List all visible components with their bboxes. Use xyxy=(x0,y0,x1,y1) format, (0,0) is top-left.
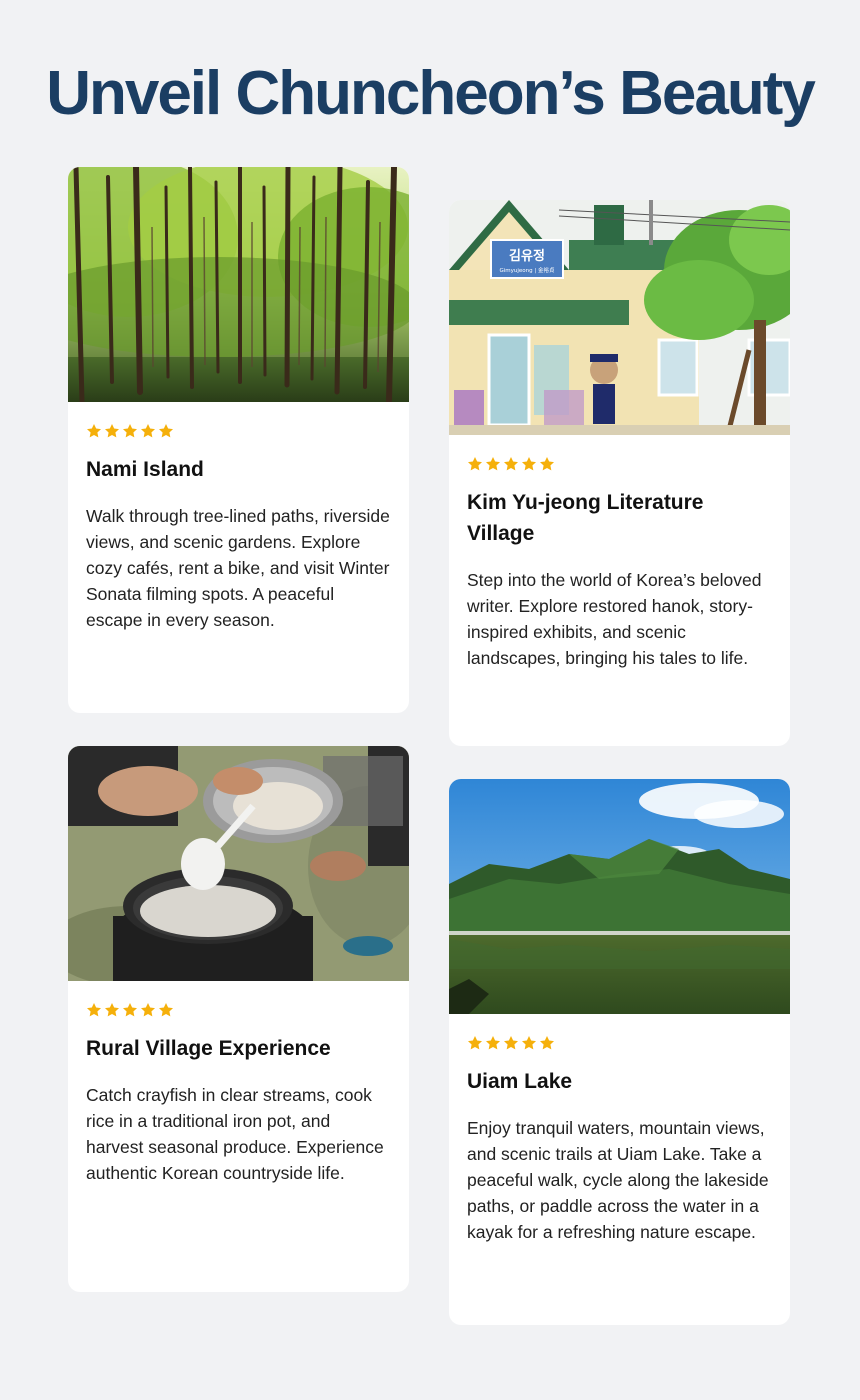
lake-image xyxy=(449,779,790,1014)
star-icon xyxy=(468,1036,482,1050)
station-sign-roman: Gimyujeong | 金裕貞 xyxy=(500,266,555,274)
card-title: Rural Village Experience xyxy=(86,1037,331,1060)
star-icon xyxy=(87,424,101,438)
star-icon xyxy=(486,1036,500,1050)
star-icon xyxy=(141,424,155,438)
star-icon xyxy=(141,1003,155,1017)
star-icon xyxy=(504,1036,518,1050)
star-icon xyxy=(159,424,173,438)
station-image: 김유정 Gimyujeong | 金裕貞 xyxy=(449,200,790,435)
card-title: Kim Yu-jeong Literature Village xyxy=(467,491,704,545)
rating-stars xyxy=(467,1034,772,1052)
star-icon xyxy=(522,457,536,471)
card-kim-yujeong-village[interactable]: 김유정 Gimyujeong | 金裕貞 Kim Yu-jeong Litera… xyxy=(449,200,790,746)
star-icon xyxy=(468,457,482,471)
star-icon xyxy=(540,1036,554,1050)
star-icon xyxy=(159,1003,173,1017)
rating-stars xyxy=(86,1001,391,1019)
card-description: Walk through tree-lined paths, riverside… xyxy=(86,506,390,630)
star-icon xyxy=(522,1036,536,1050)
star-icon xyxy=(105,1003,119,1017)
card-title: Nami Island xyxy=(86,458,204,481)
star-icon xyxy=(540,457,554,471)
station-sign-korean: 김유정 xyxy=(509,248,545,264)
card-description: Catch crayfish in clear streams, cook ri… xyxy=(86,1085,384,1183)
forest-image xyxy=(68,167,409,402)
page-title: Unveil Chuncheon’s Beauty xyxy=(46,59,816,128)
star-icon xyxy=(123,1003,137,1017)
star-icon xyxy=(123,424,137,438)
star-icon xyxy=(87,1003,101,1017)
rice-pot-image xyxy=(68,746,409,981)
star-icon xyxy=(486,457,500,471)
card-description: Enjoy tranquil waters, mountain views, a… xyxy=(467,1118,769,1242)
star-icon xyxy=(105,424,119,438)
star-icon xyxy=(504,457,518,471)
card-nami-island[interactable]: Nami Island Walk through tree-lined path… xyxy=(68,167,409,713)
card-uiam-lake[interactable]: Uiam Lake Enjoy tranquil waters, mountai… xyxy=(449,779,790,1325)
card-rural-village[interactable]: Rural Village Experience Catch crayfish … xyxy=(68,746,409,1292)
card-description: Step into the world of Korea’s beloved w… xyxy=(467,570,762,668)
card-title: Uiam Lake xyxy=(467,1070,573,1093)
rating-stars xyxy=(86,422,391,440)
rating-stars xyxy=(467,455,772,473)
